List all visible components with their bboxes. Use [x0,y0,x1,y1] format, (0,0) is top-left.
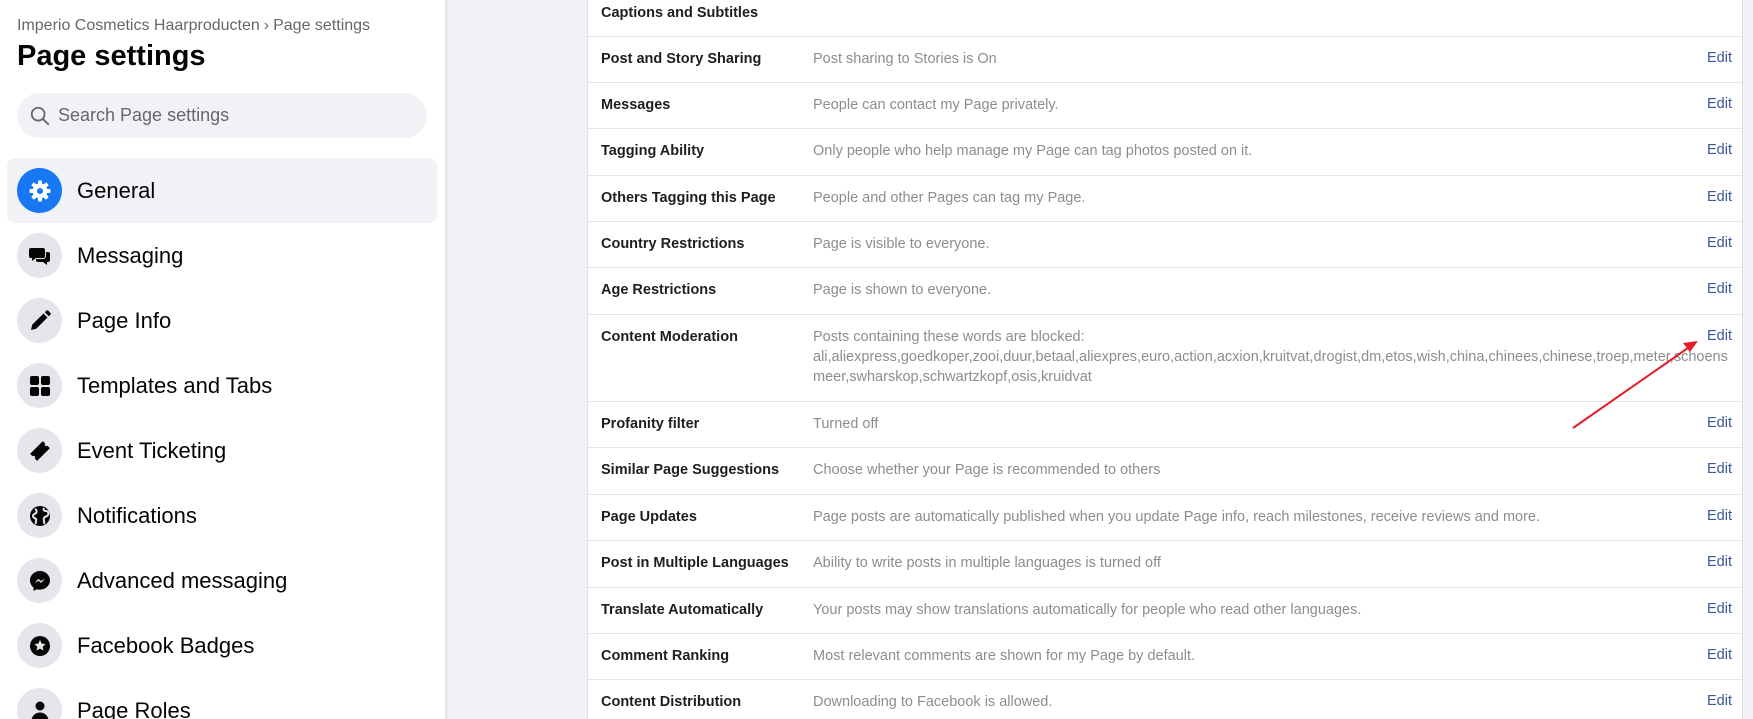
edit-link[interactable]: Edit [1707,601,1732,617]
settings-row-post-in-multiple-languages: Post in Multiple Languages Ability to wr… [588,541,1742,588]
setting-label: Content Moderation [601,329,738,345]
settings-row-similar-page-suggestions: Similar Page Suggestions Choose whether … [588,448,1742,495]
settings-row-translate-automatically: Translate Automatically Your posts may s… [588,588,1742,634]
nav-item-label: Templates and Tabs [77,372,273,398]
messenger-icon [17,558,62,603]
setting-value: Page is shown to everyone. [813,282,992,298]
setting-label: Profanity filter [601,416,700,432]
nav-item-event-ticketing[interactable]: Event Ticketing [7,418,437,483]
setting-label: Messages [601,97,671,113]
setting-label: Others Tagging this Page [601,190,776,206]
nav-item-label: Event Ticketing [77,437,227,463]
nav-item-label: Page Info [77,307,172,333]
nav-item-templates-and-tabs[interactable]: Templates and Tabs [7,353,437,418]
globe-icon [17,493,62,538]
grid-icon [17,363,62,408]
setting-label: Translate Automatically [601,602,764,618]
blocked-words-list: ali,aliexpress,goedkoper,zooi,duur,betaa… [813,349,1728,385]
edit-link[interactable]: Edit [1707,281,1732,297]
setting-value: Turned off [813,416,879,432]
edit-link[interactable]: Edit [1707,415,1732,431]
settings-row-age-restrictions: Age Restrictions Page is shown to everyo… [588,268,1742,315]
edit-link[interactable]: Edit [1707,461,1732,477]
setting-label: Post and Story Sharing [601,51,762,67]
general-settings-list: Captions and Subtitles Post and Story Sh… [587,0,1743,719]
nav-item-label: Advanced messaging [77,567,288,593]
nav-item-facebook-badges[interactable]: Facebook Badges [7,613,437,678]
setting-value: Posts containing these words are blocked… [813,327,1739,387]
edit-link[interactable]: Edit [1707,647,1732,663]
setting-label: Content Distribution [601,694,742,710]
settings-row-messages: Messages People can contact my Page priv… [588,83,1742,129]
blocked-words-intro: Posts containing these words are blocked… [813,329,1085,345]
nav-item-messaging[interactable]: Messaging [7,223,437,288]
settings-row-page-updates: Page Updates Page posts are automaticall… [588,495,1742,541]
setting-value: Page posts are automatically published w… [813,509,1541,525]
nav-item-general[interactable]: General [7,158,437,223]
settings-row-content-moderation: Content Moderation Posts containing thes… [588,315,1742,402]
edit-link[interactable]: Edit [1707,235,1732,251]
settings-row-comment-ranking: Comment Ranking Most relevant comments a… [588,634,1742,680]
settings-row-captions-and-subtitles: Captions and Subtitles [588,0,1742,37]
settings-row-post-and-story-sharing: Post and Story Sharing Post sharing to S… [588,37,1742,83]
setting-value: Only people who help manage my Page can … [813,143,1253,159]
person-icon [17,688,62,719]
breadcrumb-page-link[interactable]: Imperio Cosmetics Haarproducten [17,17,260,34]
settings-row-profanity-filter: Profanity filter Turned off Edit [588,402,1742,448]
settings-row-others-tagging-this-page: Others Tagging this Page People and othe… [588,176,1742,222]
edit-link[interactable]: Edit [1707,328,1732,344]
setting-value: Choose whether your Page is recommended … [813,462,1161,478]
setting-value: Most relevant comments are shown for my … [813,648,1196,664]
edit-link[interactable]: Edit [1707,96,1732,112]
setting-label: Captions and Subtitles [601,5,759,21]
search-input[interactable] [58,105,418,126]
setting-value: Post sharing to Stories is On [813,51,997,67]
search-icon [30,106,50,125]
settings-row-tagging-ability: Tagging Ability Only people who help man… [588,129,1742,176]
breadcrumb-current: Page settings [273,17,371,34]
nav-item-notifications[interactable]: Notifications [7,483,437,548]
setting-label: Country Restrictions [601,236,745,252]
page-title: Page settings [17,40,206,72]
setting-value: People and other Pages can tag my Page. [813,190,1086,206]
nav-item-page-roles[interactable]: Page Roles [7,678,437,719]
nav-item-label: Messaging [77,242,184,268]
settings-row-country-restrictions: Country Restrictions Page is visible to … [588,222,1742,268]
settings-sidebar: Imperio Cosmetics Haarproducten › Page set… [0,0,446,719]
setting-label: Comment Ranking [601,648,730,664]
edit-link[interactable]: Edit [1707,554,1732,570]
setting-value: Your posts may show translations automat… [813,602,1362,618]
settings-nav: General Messaging Page Info Templates an… [7,158,437,719]
edit-link[interactable]: Edit [1707,50,1732,66]
nav-item-label: Page Roles [77,697,191,719]
breadcrumb: Imperio Cosmetics Haarproducten › Page set… [17,17,370,35]
setting-value: People can contact my Page privately. [813,97,1059,113]
setting-label: Post in Multiple Languages [601,555,789,571]
setting-value: Page is visible to everyone. [813,236,990,252]
nav-item-label: Notifications [77,502,197,528]
ticket-icon [17,428,62,473]
setting-value: Downloading to Facebook is allowed. [813,694,1053,710]
setting-value: Ability to write posts in multiple langu… [813,555,1161,571]
star-badge-icon [17,623,62,668]
search-box[interactable] [17,93,427,138]
edit-link[interactable]: Edit [1707,142,1732,158]
setting-label: Page Updates [601,509,697,525]
nav-item-label: General [77,177,156,203]
nav-item-page-info[interactable]: Page Info [7,288,437,353]
edit-link[interactable]: Edit [1707,189,1732,205]
setting-label: Similar Page Suggestions [601,462,780,478]
pencil-icon [17,298,62,343]
chat-bubbles-icon [17,233,62,278]
gear-icon [17,168,62,213]
nav-item-advanced-messaging[interactable]: Advanced messaging [7,548,437,613]
setting-label: Tagging Ability [601,143,705,159]
setting-label: Age Restrictions [601,282,717,298]
edit-link[interactable]: Edit [1707,693,1732,709]
edit-link[interactable]: Edit [1707,508,1732,524]
settings-row-content-distribution: Content Distribution Downloading to Face… [588,680,1742,719]
breadcrumb-separator: › [263,17,270,34]
nav-item-label: Facebook Badges [77,632,255,658]
